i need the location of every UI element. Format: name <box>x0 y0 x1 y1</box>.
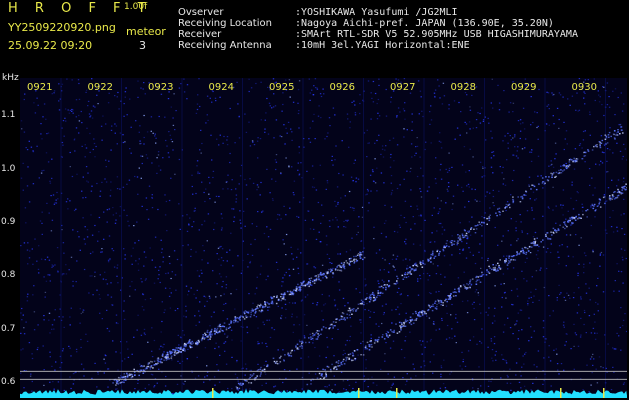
noise-speckle-layer <box>20 78 627 398</box>
frequency-tick-label: 0.6 <box>1 377 16 387</box>
time-tick-label: 0925 <box>269 82 295 93</box>
hroft-spectrogram-window: H R O F F T 1.00f YY2509220920.png meteo… <box>0 0 629 400</box>
time-tick-label: 0927 <box>390 82 416 93</box>
image-filename: YY2509220920.png <box>8 21 116 34</box>
spectrogram-canvas <box>20 78 627 398</box>
info-label: Ovserver <box>178 7 224 18</box>
signal-marker <box>396 388 398 398</box>
capture-timestamp: 25.09.22 09:20 <box>8 39 93 52</box>
frequency-tick-label: 0.7 <box>1 323 16 334</box>
detection-count: 3 <box>139 39 146 52</box>
info-row-location: Receiving Location :Nagoya Aichi-pref. JA… <box>178 18 554 29</box>
spectrogram-plot <box>20 78 627 398</box>
time-tick-label: 0924 <box>208 82 234 93</box>
detection-type-label: meteor <box>126 25 166 38</box>
info-row-antenna: Receiving Antenna :10mH 3el.YAGI Horizont… <box>178 40 470 51</box>
frequency-tick-label: 1.1 <box>1 110 16 121</box>
doppler-trace <box>112 251 366 386</box>
signal-marker <box>560 388 562 398</box>
signal-marker <box>358 388 360 398</box>
frequency-tick-label: 1.0 <box>1 163 16 174</box>
info-label: Receiver <box>178 29 222 40</box>
info-label: Receiving Antenna <box>178 40 272 51</box>
info-label: Receiving Location <box>178 18 272 29</box>
time-tick-label: 0930 <box>571 82 597 93</box>
time-tick-label: 0928 <box>450 82 476 93</box>
info-value: :SMArt RTL-SDR V5 52.905MHz USB HIGASHIM… <box>295 29 578 40</box>
info-row-receiver: Receiver :SMArt RTL-SDR V5 52.905MHz USB … <box>178 29 578 40</box>
time-tick-label: 0921 <box>27 82 53 93</box>
app-version: 1.00f <box>124 2 148 12</box>
info-value: :Nagoya Aichi-pref. JAPAN (136.90E, 35.2… <box>295 18 554 29</box>
info-row-observer: Ovserver :YOSHIKAWA Yasufumi /JG2MLI <box>178 7 458 18</box>
info-value: :10mH 3el.YAGI Horizontal:ENE <box>295 40 470 51</box>
time-tick-label: 0922 <box>87 82 113 93</box>
signal-marker <box>603 388 605 398</box>
frequency-tick-label: 0.8 <box>1 270 16 281</box>
frequency-tick-label: 0.9 <box>1 217 16 227</box>
time-tick-label: 0926 <box>329 82 355 93</box>
signal-marker <box>212 388 214 398</box>
header-panel: H R O F F T 1.00f YY2509220920.png meteo… <box>0 0 629 72</box>
time-tick-label: 0923 <box>148 82 174 93</box>
noise-floor <box>20 389 627 398</box>
doppler-trace <box>306 183 627 386</box>
y-axis-unit: kHz <box>2 73 19 83</box>
doppler-trace <box>235 123 624 390</box>
info-value: :YOSHIKAWA Yasufumi /JG2MLI <box>295 7 458 18</box>
time-tick-label: 0929 <box>511 82 537 93</box>
